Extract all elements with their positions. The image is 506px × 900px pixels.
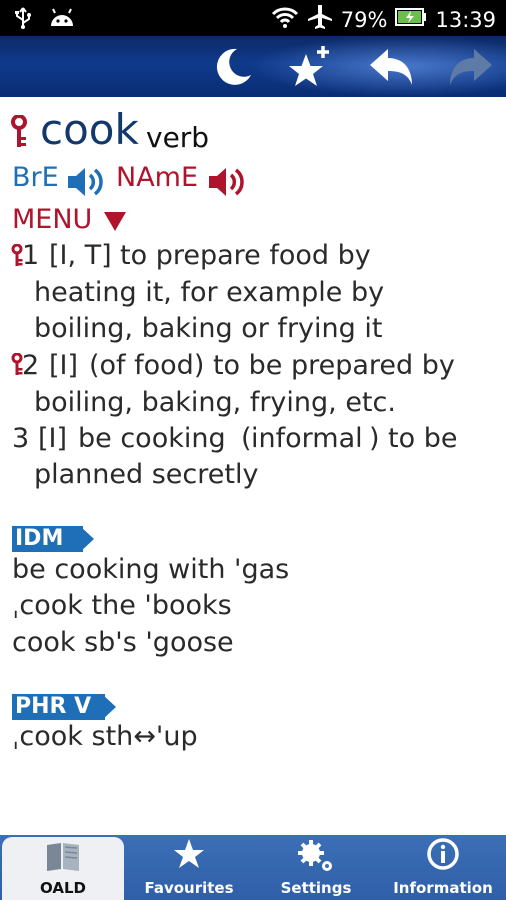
nav-label: Information	[393, 879, 493, 897]
register-paren: (	[241, 423, 252, 454]
star-plus-icon	[289, 46, 329, 86]
sense-number: 1	[22, 240, 40, 271]
tag-arrow	[102, 694, 116, 720]
airplane-icon	[307, 4, 333, 35]
definition-text: to be	[388, 423, 458, 454]
status-bar: 79% 13:39	[0, 0, 506, 36]
back-arrow-icon	[370, 49, 412, 85]
bottom-navigation: OALD Favourites Settings Information	[0, 835, 506, 900]
idiom-link[interactable]: ˌcook the 'books	[12, 590, 232, 621]
register-paren: )	[369, 423, 380, 454]
entry-content: cook verb BrE NAmE MENU 1 [I, T] to prep…	[0, 97, 506, 835]
register-label: informal	[251, 423, 363, 454]
definition-text: to prepare food by	[120, 240, 371, 271]
nav-label: Favourites	[144, 879, 234, 897]
idiom-link[interactable]: be cooking with 'gas	[12, 554, 289, 585]
gear-icon	[298, 840, 332, 871]
headword: cook	[40, 105, 139, 154]
phrase-text: be cooking	[78, 423, 226, 454]
grammar-code: [I]	[38, 423, 68, 454]
speaker-icon	[209, 168, 244, 196]
name-audio-button[interactable]	[207, 165, 249, 203]
moon-icon	[216, 48, 251, 85]
tag-arrow	[80, 526, 94, 552]
nav-label: OALD	[40, 879, 86, 897]
status-time: 13:39	[435, 7, 496, 32]
night-mode-button[interactable]	[208, 42, 258, 92]
nav-label: Settings	[280, 879, 352, 897]
forward-button[interactable]	[446, 42, 496, 92]
phrasal-verb-link[interactable]: ˌcook sth↔'up	[12, 721, 198, 752]
definition-text: boiling, baking, frying, etc.	[34, 387, 396, 418]
definition-text: (of food) to be prepared by	[89, 350, 455, 381]
idioms-tag: IDM	[12, 526, 83, 552]
grammar-code: [I, T]	[49, 240, 112, 271]
nav-favourites[interactable]: Favourites	[126, 835, 252, 900]
grammar-code: [I]	[49, 350, 79, 381]
battery-icon	[395, 7, 427, 32]
phrasal-verbs-tag: PHR V	[12, 694, 105, 720]
key-icon	[10, 114, 28, 153]
part-of-speech: verb	[146, 121, 210, 154]
idiom-link[interactable]: cook sb's 'goose	[12, 627, 234, 658]
info-icon	[427, 838, 459, 870]
definition-text: heating it, for example by	[34, 277, 385, 308]
definition-text: planned secretly	[34, 459, 259, 490]
star-icon	[174, 839, 204, 868]
add-favourite-button[interactable]	[284, 42, 334, 92]
book-icon	[47, 843, 79, 871]
name-label: NAmE	[116, 162, 199, 193]
wifi-icon	[271, 5, 299, 34]
definition-text: boiling, baking or frying it	[34, 313, 383, 344]
bre-label: BrE	[12, 162, 59, 193]
idioms-tag-label: IDM	[15, 526, 64, 551]
nav-oald[interactable]: OALD	[2, 837, 124, 900]
phrasal-verbs-tag-label: PHR V	[15, 694, 92, 719]
android-icon	[48, 6, 76, 34]
sense-number: 3	[12, 423, 30, 454]
battery-percent: 79%	[340, 7, 388, 32]
nav-settings[interactable]: Settings	[253, 835, 379, 900]
speaker-icon	[68, 168, 103, 196]
menu-dropdown-icon[interactable]	[103, 210, 127, 236]
back-button[interactable]	[366, 42, 416, 92]
forward-arrow-icon	[450, 49, 492, 85]
menu-toggle[interactable]: MENU	[12, 204, 92, 235]
top-toolbar	[0, 36, 506, 97]
sense-number: 2	[22, 350, 40, 381]
usb-icon	[12, 6, 34, 34]
nav-information[interactable]: Information	[380, 835, 506, 900]
bre-audio-button[interactable]	[66, 165, 108, 203]
